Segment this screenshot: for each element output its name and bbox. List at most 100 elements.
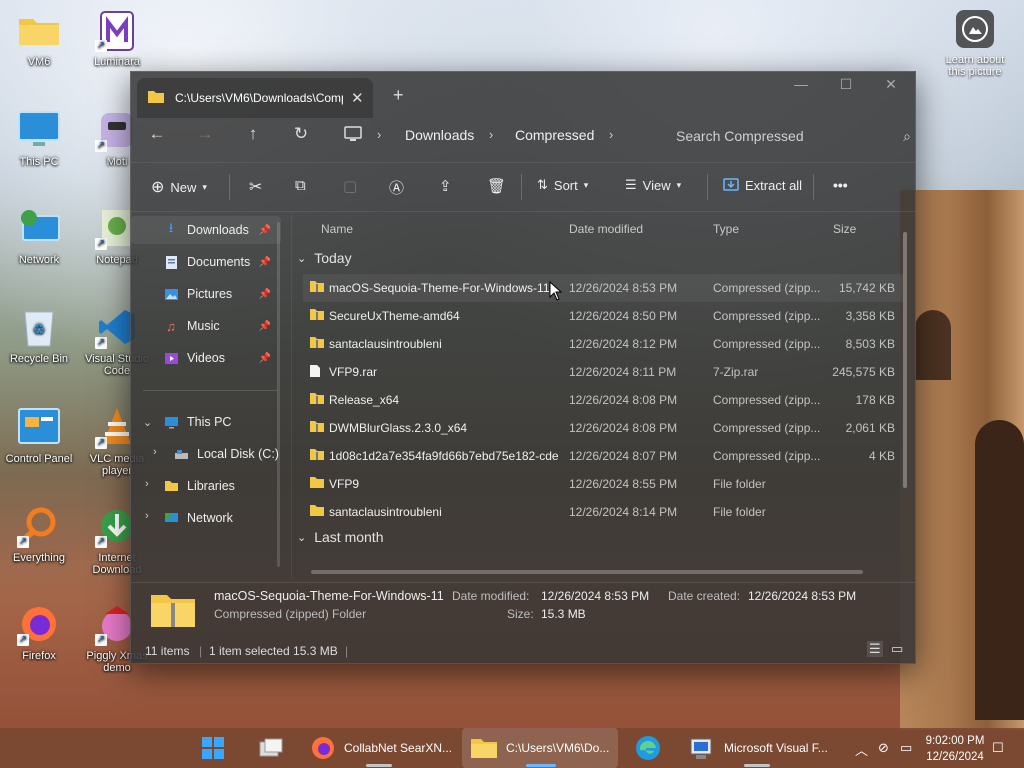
- desktop-icon-control-panel[interactable]: Control Panel: [0, 405, 78, 465]
- extract-all-button[interactable]: Extract all: [723, 177, 802, 194]
- column-header-type[interactable]: Type: [713, 222, 739, 236]
- back-icon[interactable]: ←: [145, 124, 169, 144]
- network-icon: [163, 510, 179, 526]
- file-row[interactable]: 1d08c1d2a7e354fa9fd66b7ebd75e182-cde... 1…: [303, 442, 903, 470]
- sidebar-scrollbar[interactable]: [277, 222, 280, 567]
- clock[interactable]: 9:02:00 PM 12/26/2024: [920, 733, 990, 765]
- desktop-icon-label: Luminara: [94, 56, 140, 68]
- minimize-icon[interactable]: —: [786, 76, 816, 92]
- delete-icon[interactable]: 🗑: [487, 177, 506, 195]
- sidebar-item-label: Videos: [187, 351, 225, 365]
- desktop-icon-vm6[interactable]: VM6: [0, 8, 78, 68]
- share-icon[interactable]: ⇪: [439, 177, 452, 195]
- breadcrumb-downloads[interactable]: Downloads: [405, 127, 474, 143]
- file-list-vertical-scrollbar[interactable]: [903, 232, 907, 488]
- taskbar-item-firefox[interactable]: CollabNet SearXN...: [304, 728, 454, 768]
- desktop-icon-this-pc[interactable]: This PC: [0, 108, 78, 168]
- up-icon[interactable]: ↑: [241, 124, 265, 144]
- file-list-horizontal-scrollbar[interactable]: [311, 570, 863, 574]
- desktop-icon-label: Firefox: [22, 650, 56, 662]
- file-row[interactable]: SecureUxTheme-amd64 12/26/2024 8:50 PM Com…: [303, 302, 903, 330]
- chevron-down-icon: ▾: [676, 179, 682, 190]
- chevron-right-icon[interactable]: ›: [609, 127, 613, 142]
- monitor-location-icon[interactable]: [341, 126, 365, 147]
- search-input[interactable]: Search Compressed ⌕: [666, 123, 915, 149]
- notifications-icon[interactable]: ☐: [992, 740, 1004, 756]
- tiles-view-icon[interactable]: ▭: [891, 641, 903, 657]
- sort-button[interactable]: ⇅ Sort ▾: [537, 177, 588, 193]
- desktop-icon-firefox[interactable]: ↗ Firefox: [0, 602, 78, 662]
- display-icon[interactable]: ▭: [900, 740, 912, 756]
- sidebar-item-documents[interactable]: Documents 📌: [131, 248, 281, 276]
- desktop-icon-everything[interactable]: ↗ Everything: [0, 504, 78, 564]
- close-window-icon[interactable]: ✕: [876, 76, 906, 93]
- pin-icon[interactable]: 📌: [259, 321, 271, 332]
- sidebar-item-this-pc[interactable]: This PC: [131, 408, 281, 436]
- column-header-date[interactable]: Date modified: [569, 222, 643, 236]
- details-date-modified: 12/26/2024 8:53 PM: [541, 589, 650, 603]
- pin-icon[interactable]: 📌: [259, 257, 271, 268]
- file-row[interactable]: DWMBlurGlass.2.3.0_x64 12/26/2024 8:08 PM…: [303, 414, 903, 442]
- sidebar-item-network[interactable]: Network: [131, 504, 281, 532]
- maximize-icon[interactable]: ☐: [831, 76, 861, 93]
- more-options-icon[interactable]: •••: [833, 177, 848, 193]
- column-header-name[interactable]: Name: [321, 222, 353, 236]
- file-name: santaclausintroubleni: [329, 505, 442, 519]
- forward-icon[interactable]: →: [193, 124, 217, 144]
- paste-icon[interactable]: ▢: [343, 177, 357, 195]
- sidebar-item-music[interactable]: ♫ Music 📌: [131, 312, 281, 340]
- new-button[interactable]: ⊕ New ▾: [151, 177, 207, 197]
- details-view-icon[interactable]: ☰: [867, 641, 883, 657]
- cut-icon[interactable]: ✂: [249, 177, 262, 197]
- taskbar-item-edge[interactable]: [630, 728, 666, 768]
- clock-time: 9:02:00 PM: [925, 735, 985, 747]
- sidebar-item-local-disk[interactable]: Local Disk (C:): [131, 440, 281, 468]
- start-button[interactable]: [198, 728, 228, 768]
- chevron-up-icon[interactable]: ︿: [855, 740, 868, 759]
- sidebar-item-pictures[interactable]: Pictures 📌: [131, 280, 281, 308]
- file-row[interactable]: santaclausintroubleni 12/26/2024 8:14 PM F…: [303, 498, 903, 526]
- sidebar-item-downloads[interactable]: ⭳ Downloads 📌: [131, 216, 281, 244]
- pin-icon[interactable]: 📌: [259, 225, 271, 236]
- task-view-button[interactable]: [254, 728, 288, 768]
- refresh-icon[interactable]: ↻: [289, 124, 313, 144]
- tab-compressed[interactable]: C:\Users\VM6\Downloads\Compressed ✕: [137, 78, 373, 118]
- file-row[interactable]: macOS-Sequoia-Theme-For-Windows-11 12/26/…: [303, 274, 903, 302]
- new-tab-icon[interactable]: +: [393, 85, 404, 106]
- file-row[interactable]: santaclausintroubleni 12/26/2024 8:12 PM C…: [303, 330, 903, 358]
- file-row[interactable]: VFP9.rar 12/26/2024 8:11 PM 7-Zip.rar 245,5…: [303, 358, 903, 386]
- file-size: 2,061 KB: [845, 421, 895, 435]
- wifi-off-icon[interactable]: ⊘: [878, 740, 889, 756]
- file-row[interactable]: Release_x64 12/26/2024 8:08 PM Compressed …: [303, 386, 903, 414]
- desktop-icon-recycle-bin[interactable]: ♻ Recycle Bin: [0, 305, 78, 365]
- group-header-today[interactable]: ⌄ Today: [297, 250, 352, 266]
- rename-icon[interactable]: Ⓐ: [389, 177, 404, 198]
- taskbar-item-visual-foxpro[interactable]: Microsoft Visual F...: [682, 728, 832, 768]
- copy-icon[interactable]: ⧉: [295, 177, 306, 194]
- learn-about-picture[interactable]: Learn about this picture: [940, 10, 1010, 78]
- pin-icon[interactable]: 📌: [259, 353, 271, 364]
- chevron-down-icon: ▾: [583, 179, 589, 190]
- sidebar-item-libraries[interactable]: Libraries: [131, 472, 281, 500]
- sidebar-item-label: Network: [187, 511, 233, 525]
- column-header-size[interactable]: Size: [833, 222, 856, 236]
- zip-folder-icon: [309, 392, 325, 408]
- active-indicator: [526, 764, 556, 767]
- view-button[interactable]: ☰ View ▾: [625, 177, 681, 193]
- sidebar-item-videos[interactable]: Videos 📌: [131, 344, 281, 372]
- chevron-right-icon[interactable]: ›: [377, 127, 381, 142]
- search-icon[interactable]: ⌕: [903, 128, 911, 145]
- taskbar-item-explorer[interactable]: C:\Users\VM6\Do...: [462, 728, 618, 768]
- chevron-right-icon[interactable]: ›: [489, 127, 493, 142]
- pin-icon[interactable]: 📌: [259, 289, 271, 300]
- control-panel-icon: [17, 405, 61, 449]
- close-tab-icon[interactable]: ✕: [351, 89, 364, 107]
- desktop-icon-luminara[interactable]: ↗ Luminara: [78, 8, 156, 68]
- breadcrumb-compressed[interactable]: Compressed: [515, 127, 594, 143]
- file-row[interactable]: VFP9 12/26/2024 8:55 PM File folder: [303, 470, 903, 498]
- file-icon: [309, 364, 321, 381]
- desktop-icon-network[interactable]: Network: [0, 206, 78, 266]
- view-icon: ☰: [625, 177, 637, 192]
- group-header-last-month[interactable]: ⌄ Last month: [297, 529, 383, 545]
- learn-about-label: Learn about this picture: [945, 54, 1005, 78]
